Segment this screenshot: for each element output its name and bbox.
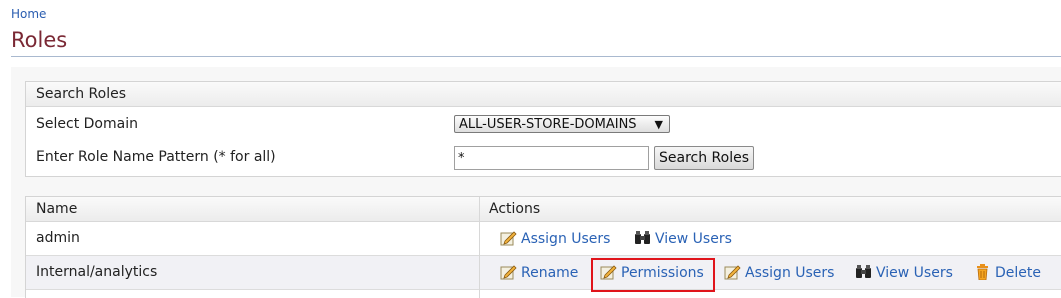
view-users-link[interactable]: View Users bbox=[855, 264, 953, 281]
domain-select[interactable]: ALL-USER-STORE-DOMAINS ▼ bbox=[454, 115, 670, 133]
header-name: Name bbox=[36, 201, 78, 217]
assign-users-label: Assign Users bbox=[521, 231, 611, 247]
delete-link[interactable]: Delete bbox=[974, 264, 1041, 281]
trash-icon bbox=[977, 264, 988, 280]
view-users-link[interactable]: View Users bbox=[634, 230, 732, 247]
table-row: Internal/analytics Rename Permissions As… bbox=[26, 256, 1061, 290]
header-actions: Actions bbox=[489, 201, 541, 217]
role-name: admin bbox=[36, 230, 80, 246]
domain-select-value: ALL-USER-STORE-DOMAINS bbox=[459, 117, 637, 132]
edit-pencil-icon bbox=[500, 231, 517, 246]
table-header: Name Actions bbox=[26, 197, 1061, 222]
roles-table: Name Actions admin Assign Users View Use… bbox=[25, 196, 1061, 298]
assign-users-link[interactable]: Assign Users bbox=[500, 230, 610, 247]
edit-pencil-icon bbox=[500, 265, 517, 280]
title-divider bbox=[11, 56, 1061, 57]
page-title: Roles bbox=[11, 28, 68, 52]
edit-pencil-icon bbox=[724, 265, 741, 280]
view-users-label: View Users bbox=[876, 265, 953, 281]
assign-users-label: Assign Users bbox=[745, 265, 835, 281]
search-roles-button[interactable]: Search Roles bbox=[654, 146, 755, 170]
permissions-highlight-box bbox=[591, 258, 715, 292]
role-pattern-label: Enter Role Name Pattern (* for all) bbox=[36, 149, 276, 165]
search-roles-header: Search Roles bbox=[26, 82, 1061, 107]
select-domain-label: Select Domain bbox=[36, 116, 138, 132]
breadcrumb-home[interactable]: Home bbox=[11, 7, 46, 21]
view-users-label: View Users bbox=[655, 231, 732, 247]
role-pattern-input[interactable] bbox=[454, 146, 649, 170]
search-roles-box: Search Roles Select Domain ALL-USER-STOR… bbox=[25, 81, 1061, 177]
column-divider bbox=[479, 197, 480, 298]
table-row: admin Assign Users View Users bbox=[26, 222, 1061, 256]
assign-users-link[interactable]: Assign Users bbox=[724, 264, 834, 281]
dropdown-arrow-icon: ▼ bbox=[654, 118, 663, 131]
delete-label: Delete bbox=[995, 265, 1041, 281]
binoculars-icon bbox=[635, 231, 650, 244]
rename-link[interactable]: Rename bbox=[500, 264, 578, 281]
rename-label: Rename bbox=[521, 265, 579, 281]
binoculars-icon bbox=[856, 265, 871, 278]
role-name: Internal/analytics bbox=[36, 264, 158, 280]
